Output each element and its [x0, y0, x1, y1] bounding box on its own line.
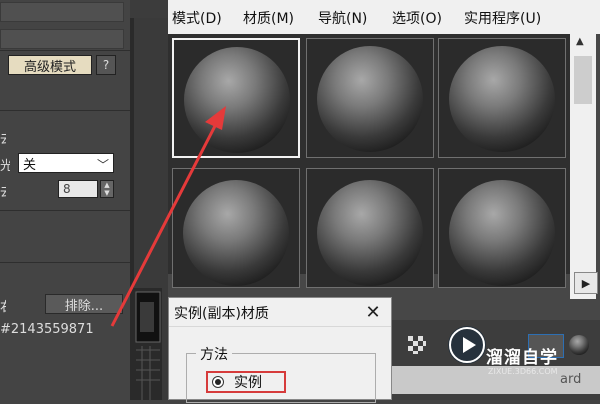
annotation-arrow	[110, 106, 226, 327]
